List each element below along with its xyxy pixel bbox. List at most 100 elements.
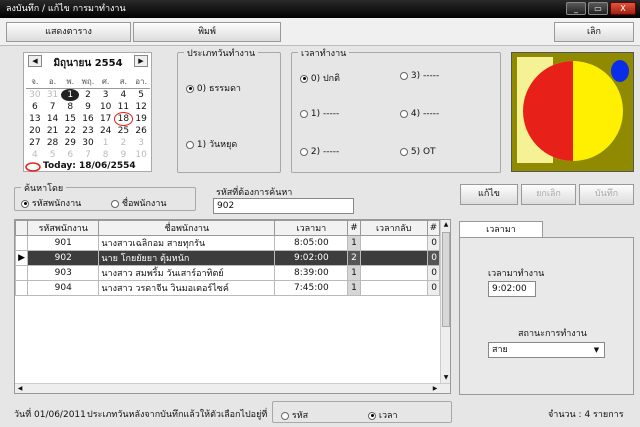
calendar-day[interactable]: 29 <box>61 137 79 149</box>
calendar-day[interactable]: 5 <box>132 89 150 102</box>
sort-by-code-option[interactable]: รหัส <box>281 408 308 422</box>
calendar-day[interactable]: 1 <box>97 137 115 149</box>
table-row[interactable]: 904 นางสาว วรดาจีน วินมอเตอร์ไซค์ 7:45:00 1… <box>15 280 441 296</box>
show-table-button[interactable]: แสดงตาราง <box>6 22 131 42</box>
work-time-option-0[interactable]: 0) ปกติ <box>300 71 340 85</box>
calendar-day[interactable]: 14 <box>44 113 62 125</box>
calendar-day[interactable]: 2 <box>115 137 133 149</box>
col-header-code[interactable]: รหัสพนักงาน <box>27 220 100 236</box>
cell-time-in[interactable]: 8:05:00 <box>274 235 349 251</box>
maximize-button[interactable]: ▭ <box>588 2 608 15</box>
cell-time-in[interactable]: 7:45:00 <box>274 280 349 296</box>
confirm-button[interactable]: บันทึก <box>579 184 634 205</box>
cell-time-in[interactable]: 8:39:00 <box>274 265 349 281</box>
calendar-day[interactable]: 25 <box>115 125 133 137</box>
calendar-day[interactable]: 19 <box>132 113 150 125</box>
calendar-day[interactable]: 11 <box>115 101 133 113</box>
col-header-in-flag[interactable]: # <box>347 220 361 236</box>
calendar-prev-button[interactable]: ◀ <box>28 55 42 67</box>
calendar-next-button[interactable]: ▶ <box>134 55 148 67</box>
work-time-option-2[interactable]: 2) ----- <box>300 147 339 157</box>
calendar-day[interactable]: 24 <box>97 125 115 137</box>
calendar-day[interactable]: 20 <box>26 125 44 137</box>
calendar-day[interactable]: 22 <box>61 125 79 137</box>
work-time-option-3[interactable]: 3) ----- <box>400 71 439 81</box>
calendar-day[interactable]: 27 <box>26 137 44 149</box>
col-header-name[interactable]: ชื่อพนักงาน <box>98 220 276 236</box>
calendar-day[interactable]: 21 <box>44 125 62 137</box>
calendar-day[interactable]: 8 <box>61 101 79 113</box>
col-header-out-flag[interactable]: # <box>426 220 441 236</box>
cell-code[interactable]: 902 <box>27 250 100 266</box>
search-by-code-option[interactable]: รหัสพนักงาน <box>21 196 81 210</box>
cell-in-flag[interactable]: 1 <box>347 280 361 296</box>
cell-in-flag[interactable]: 1 <box>347 235 361 251</box>
cell-time-out[interactable] <box>359 265 428 281</box>
calendar-day[interactable]: 17 <box>97 113 115 125</box>
chevron-down-icon[interactable]: ▼ <box>591 344 602 356</box>
work-time-option-5[interactable]: 5) OT <box>400 147 436 157</box>
cell-time-out[interactable] <box>359 280 428 296</box>
calendar-day[interactable]: 23 <box>79 125 97 137</box>
cell-in-flag[interactable]: 2 <box>347 250 361 266</box>
calendar-day[interactable]: 6 <box>26 101 44 113</box>
cell-name[interactable]: นางสาว สมพริ้ม วันเสาร์อาทิตย์ <box>98 265 276 281</box>
scroll-thumb[interactable] <box>442 232 450 327</box>
cell-code[interactable]: 903 <box>27 265 100 281</box>
col-header-time-out[interactable]: เวลากลับ <box>359 220 428 236</box>
close-button[interactable]: X <box>610 2 636 15</box>
col-header-time-in[interactable]: เวลามา <box>274 220 349 236</box>
day-type-option-normal[interactable]: 0) ธรรมดา <box>186 81 241 95</box>
cell-name[interactable]: นางสาว วรดาจีน วินมอเตอร์ไซค์ <box>98 280 276 296</box>
calendar-day[interactable]: 7 <box>44 101 62 113</box>
tab-time-in[interactable]: เวลามา <box>459 221 543 238</box>
cell-code[interactable]: 901 <box>27 235 100 251</box>
cell-time-in[interactable]: 9:02:00 <box>274 250 349 266</box>
cell-time-out[interactable] <box>359 250 428 266</box>
minimize-button[interactable]: _ <box>566 2 586 15</box>
calendar-day[interactable]: 12 <box>132 101 150 113</box>
calendar-day[interactable]: 15 <box>61 113 79 125</box>
cell-out-flag[interactable]: 0 <box>426 250 441 266</box>
search-by-name-option[interactable]: ชื่อพนักงาน <box>111 196 167 210</box>
scroll-up-icon[interactable]: ▲ <box>441 220 450 230</box>
edit-button[interactable]: แก้ไข <box>460 184 518 205</box>
cancel-button[interactable]: ยกเลิก <box>521 184 576 205</box>
calendar-day[interactable]: 2 <box>79 89 97 102</box>
cell-out-flag[interactable]: 0 <box>426 235 441 251</box>
scroll-left-icon[interactable]: ◀ <box>15 384 25 393</box>
cell-code[interactable]: 904 <box>27 280 100 296</box>
cell-time-out[interactable] <box>359 235 428 251</box>
calendar-day[interactable]: 3 <box>132 137 150 149</box>
calendar-day[interactable]: 28 <box>44 137 62 149</box>
work-time-option-4[interactable]: 4) ----- <box>400 109 439 119</box>
sort-by-time-option[interactable]: เวลา <box>368 408 398 422</box>
cell-out-flag[interactable]: 0 <box>426 265 441 281</box>
cell-in-flag[interactable]: 1 <box>347 265 361 281</box>
calendar-day[interactable]: 18 <box>113 112 134 126</box>
vertical-scrollbar[interactable]: ▲ ▼ <box>440 220 450 383</box>
calendar-day[interactable]: 1 <box>61 88 80 101</box>
calendar-day[interactable]: 4 <box>115 89 133 102</box>
scroll-right-icon[interactable]: ▶ <box>430 384 440 393</box>
print-button[interactable]: พิมพ์ <box>133 22 281 42</box>
calendar-day[interactable]: 9 <box>79 101 97 113</box>
calendar-day[interactable]: 3 <box>97 89 115 102</box>
calendar-day[interactable]: 13 <box>26 113 44 125</box>
table-row[interactable]: 901 นางสาวเฉลิกอม สายทุกรัน 8:05:00 1 0 <box>15 235 441 251</box>
calendar-day[interactable]: 26 <box>132 125 150 137</box>
day-type-option-holiday[interactable]: 1) วันหยุด <box>186 137 237 151</box>
today-row[interactable]: Today: 18/06/2554 <box>23 160 153 174</box>
time-in-input[interactable]: 9:02:00 <box>488 281 536 297</box>
scroll-down-icon[interactable]: ▼ <box>441 373 450 383</box>
calendar-day[interactable]: 31 <box>44 89 62 102</box>
calendar-day[interactable]: 30 <box>26 89 44 102</box>
search-code-input[interactable]: 902 <box>213 198 354 214</box>
cell-name[interactable]: นาย โกยยัยยา ตุ้มหนัก <box>98 250 276 266</box>
work-status-select[interactable]: สาย ▼ <box>488 342 605 358</box>
exit-button[interactable]: เลิก <box>554 22 634 42</box>
table-row[interactable]: ▶ 902 นาย โกยยัยยา ตุ้มหนัก 9:02:00 2 0 <box>15 250 441 266</box>
calendar-day[interactable]: 16 <box>79 113 97 125</box>
cell-out-flag[interactable]: 0 <box>426 280 441 296</box>
table-row[interactable]: 903 นางสาว สมพริ้ม วันเสาร์อาทิตย์ 8:39:00… <box>15 265 441 281</box>
